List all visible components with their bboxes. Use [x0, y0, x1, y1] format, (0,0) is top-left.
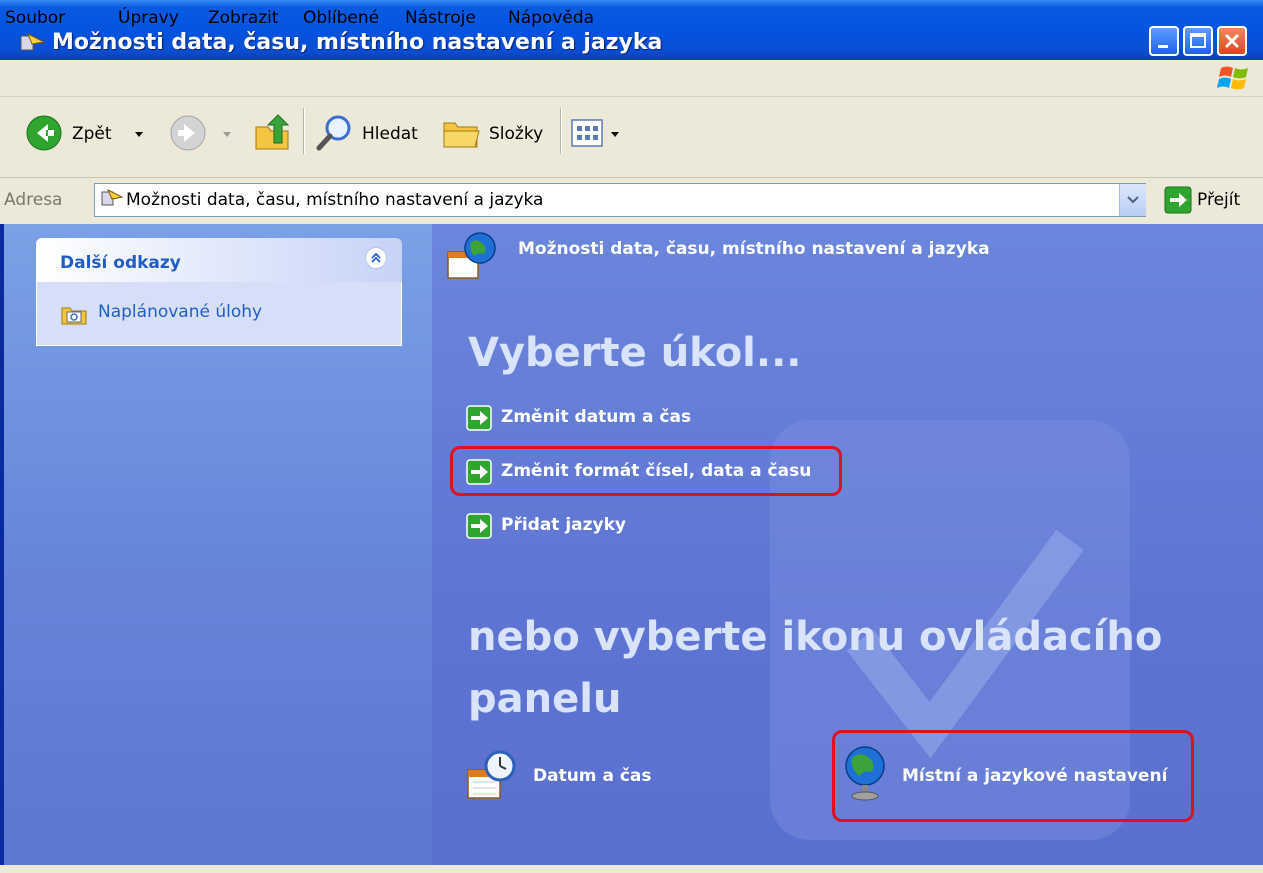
go-arrow-icon: [466, 513, 492, 539]
close-button[interactable]: [1217, 26, 1247, 56]
control-panel-icon: [101, 188, 124, 206]
menu-bar: [0, 60, 1263, 97]
address-value: Možnosti data, času, místního nastavení …: [126, 190, 544, 210]
scheduled-tasks-icon: [61, 307, 87, 325]
control-panel-icon: [20, 32, 46, 51]
toolbar-separator: [560, 108, 562, 154]
toolbar-separator: [303, 108, 305, 154]
up-folder-icon[interactable]: [252, 113, 292, 153]
search-icon: [316, 115, 351, 151]
minimize-button[interactable]: [1149, 26, 1179, 56]
back-label: Zpět: [72, 124, 112, 144]
highlight-box: [450, 446, 842, 496]
highlight-box: [832, 730, 1194, 822]
go-arrow-icon: [466, 405, 492, 431]
menu-file[interactable]: Soubor: [5, 8, 65, 28]
menu-favorites[interactable]: Oblíbené: [303, 8, 379, 28]
address-label: Adresa: [4, 190, 63, 210]
chevron-down-icon: [611, 132, 619, 137]
back-arrow-icon: [26, 115, 62, 151]
task-label: Přidat jazyky: [501, 515, 627, 535]
search-button[interactable]: Hledat: [314, 113, 424, 153]
folder-icon: [443, 122, 480, 148]
menu-edit[interactable]: Úpravy: [118, 8, 179, 28]
windows-logo-icon: [1217, 66, 1248, 90]
see-also-title: Další odkazy: [60, 253, 181, 273]
forward-arrow-icon: [170, 115, 206, 151]
window-title: Možnosti data, času, místního nastavení …: [52, 30, 663, 55]
task-label: Změnit datum a čas: [501, 407, 692, 427]
menu-help[interactable]: Nápověda: [508, 8, 594, 28]
address-dropdown-button[interactable]: [1119, 184, 1146, 216]
forward-button[interactable]: [168, 113, 238, 153]
go-arrow-icon: [1164, 186, 1192, 214]
explorer-window: Možnosti data, času, místního nastavení …: [0, 0, 1263, 873]
category-title: Možnosti data, času, místního nastavení …: [518, 239, 990, 259]
go-label: Přejít: [1197, 190, 1241, 210]
menu-view[interactable]: Zobrazit: [208, 8, 279, 28]
applet-label: Datum a čas: [533, 766, 652, 786]
window-bottom-edge: [0, 865, 1263, 873]
pick-icon-heading: nebo vyberte ikonu ovládacího panelu: [468, 614, 1163, 722]
date-time-region-icon: [447, 232, 496, 279]
folders-label: Složky: [489, 124, 544, 144]
chevron-down-icon: [1127, 196, 1139, 204]
scheduled-tasks-link[interactable]: Naplánované úlohy: [98, 302, 262, 322]
clock-calendar-icon: [467, 750, 516, 799]
menu-tools[interactable]: Nástroje: [405, 8, 476, 28]
date-time-applet[interactable]: Datum a čas: [464, 748, 674, 804]
views-button[interactable]: [570, 116, 640, 150]
back-button[interactable]: Zpět: [24, 113, 154, 153]
chevron-down-icon: [135, 132, 143, 137]
go-button[interactable]: Přejít: [1164, 184, 1262, 216]
chevron-down-icon: [223, 132, 231, 137]
window-border: [0, 224, 4, 873]
pick-task-heading: Vyberte úkol...: [468, 330, 802, 376]
search-label: Hledat: [362, 124, 418, 144]
views-icon: [571, 119, 603, 147]
collapse-button[interactable]: [365, 247, 387, 269]
maximize-button[interactable]: [1183, 26, 1213, 56]
double-chevron-up-icon: [371, 252, 381, 263]
folders-button[interactable]: Složky: [441, 113, 551, 153]
